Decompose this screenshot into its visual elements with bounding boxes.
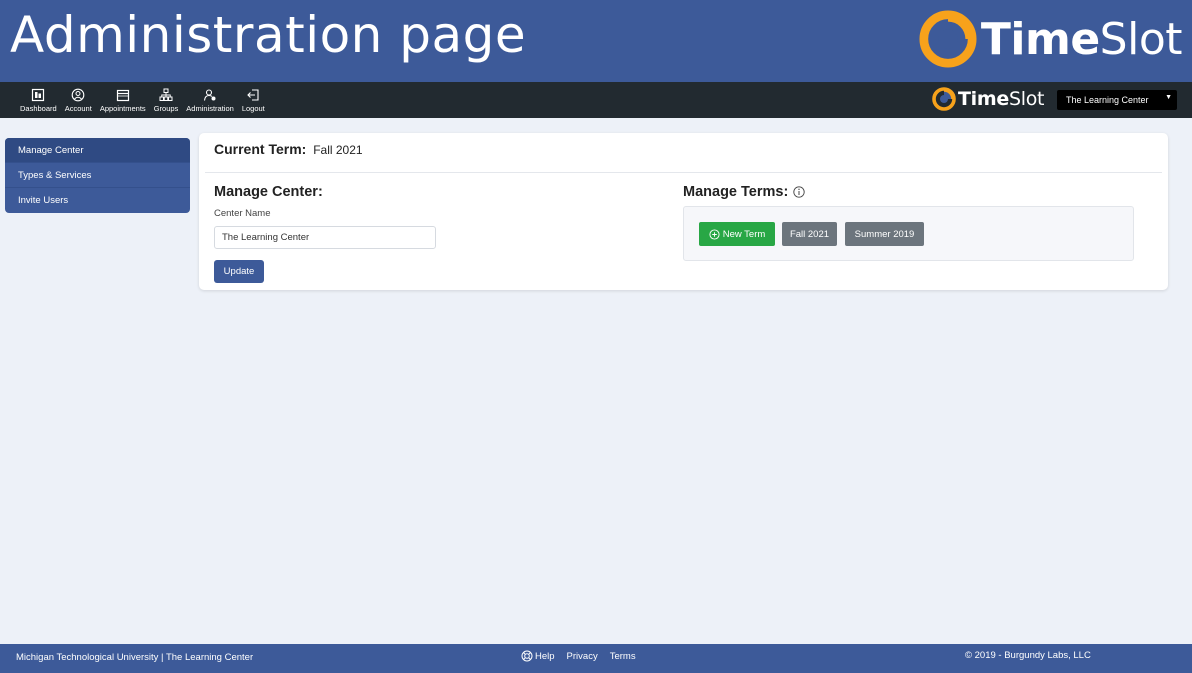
current-term-header: Current Term: Fall 2021 [214, 141, 363, 157]
caret-down-icon: ▼ [1165, 94, 1172, 101]
timeslot-logo-icon [932, 87, 956, 111]
center-name-input[interactable] [214, 226, 436, 249]
footer-links: Help Privacy Terms [521, 650, 648, 662]
center-select[interactable]: The Learning Center ▼ [1057, 90, 1177, 110]
terms-link[interactable]: Terms [610, 651, 636, 662]
account-icon [71, 88, 85, 101]
nav-label: Groups [153, 103, 179, 113]
card-divider [205, 172, 1162, 173]
nav-label: Administration [186, 103, 234, 113]
terms-box: New Term Fall 2021 Summer 2019 [683, 206, 1134, 261]
nav-item-dashboard[interactable]: Dashboard [16, 82, 61, 118]
footer-copyright: © 2019 - Burgundy Labs, LLC [965, 650, 1091, 661]
manage-terms-title: Manage Terms: [683, 184, 805, 200]
nav-label: Dashboard [20, 103, 57, 113]
nav-item-account[interactable]: Account [61, 82, 96, 118]
info-icon[interactable] [793, 186, 805, 198]
term-button-fall-2021[interactable]: Fall 2021 [782, 222, 837, 246]
center-select-value: The Learning Center [1066, 95, 1149, 105]
sidebar-item-manage-center[interactable]: Manage Center [5, 138, 190, 163]
help-label: Help [535, 650, 555, 662]
current-term-label: Current Term: [214, 141, 307, 157]
current-term-value: Fall 2021 [313, 143, 363, 157]
manage-center-title: Manage Center: [214, 184, 323, 200]
dashboard-icon [32, 88, 45, 101]
nav-label: Account [64, 103, 92, 113]
nav-item-appointments[interactable]: Appointments [96, 82, 150, 118]
logo-text-light: Slot [1099, 13, 1183, 65]
privacy-link[interactable]: Privacy [567, 651, 598, 662]
logo-text-light: Slot [1008, 88, 1045, 110]
admin-card: Current Term: Fall 2021 Manage Center: C… [199, 133, 1168, 290]
lifebuoy-icon [521, 650, 533, 662]
timeslot-logo-icon [919, 10, 977, 68]
banner: Administration page TimeSlot [0, 0, 1192, 82]
nav-item-groups[interactable]: Groups [150, 82, 183, 118]
nav-item-administration[interactable]: Administration [182, 82, 238, 118]
timeslot-logo: TimeSlot [919, 10, 1183, 68]
nav-item-logout[interactable]: Logout [238, 82, 269, 118]
center-name-label: Center Name [214, 208, 271, 219]
logo-text-bold: Time [958, 88, 1009, 110]
page-title: Administration page [10, 6, 527, 64]
nav-label: Appointments [99, 103, 146, 113]
manage-terms-label: Manage Terms: [683, 184, 789, 200]
nav-label: Logout [241, 103, 265, 113]
sidebar-item-label: Invite Users [18, 195, 69, 206]
logo-text-bold: Time [980, 13, 1100, 65]
footer: Michigan Technological University | The … [0, 644, 1192, 673]
footer-institution: Michigan Technological University | The … [16, 652, 254, 663]
groups-icon [159, 88, 173, 101]
nav-timeslot-logo[interactable]: TimeSlot [932, 87, 1044, 111]
sidebar-item-label: Manage Center [18, 144, 84, 156]
update-button[interactable]: Update [214, 260, 264, 283]
sidebar: Manage Center Types & Services Invite Us… [5, 138, 190, 213]
logout-icon [247, 88, 259, 101]
term-button-summer-2019[interactable]: Summer 2019 [845, 222, 924, 246]
sidebar-item-types-services[interactable]: Types & Services [5, 163, 190, 188]
administration-icon [204, 88, 216, 101]
help-link[interactable]: Help [521, 650, 555, 662]
new-term-button[interactable]: New Term [699, 222, 775, 246]
appointments-icon [116, 89, 129, 101]
plus-circle-icon [709, 228, 720, 240]
sidebar-item-label: Types & Services [18, 169, 92, 181]
sidebar-item-invite-users[interactable]: Invite Users [5, 188, 190, 213]
new-term-label: New Term [722, 228, 766, 240]
top-navbar: Dashboard Account Appointments Groups Ad… [0, 82, 1192, 118]
